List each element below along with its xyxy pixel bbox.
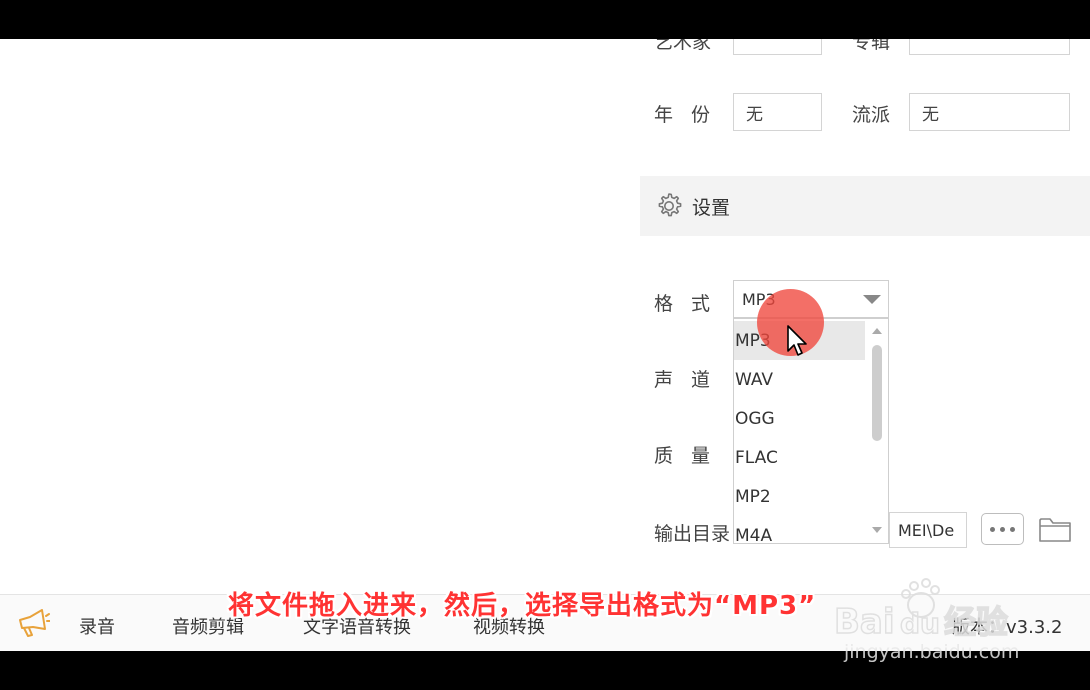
svg-text:经验: 经验 bbox=[944, 603, 1008, 641]
album-label: 专辑 bbox=[852, 39, 891, 53]
scrollbar-thumb[interactable] bbox=[872, 345, 882, 441]
album-field[interactable]: Ginadoll bbox=[909, 39, 1070, 55]
format-option-wav[interactable]: WAV bbox=[734, 360, 865, 399]
genre-field[interactable]: 无 bbox=[909, 93, 1070, 131]
artist-label: 艺术家 bbox=[654, 39, 712, 53]
output-dir-label: 输出目录 bbox=[654, 523, 731, 545]
format-option-mp2[interactable]: MP2 bbox=[734, 477, 865, 516]
video-letterbox-top bbox=[0, 0, 1090, 39]
quality-label: 质 量 bbox=[654, 445, 717, 467]
megaphone-icon[interactable] bbox=[16, 607, 50, 639]
video-subtitle: 将文件拖入进来，然后，选择导出格式为“MP3” bbox=[228, 591, 817, 621]
svg-text:du: du bbox=[900, 607, 940, 640]
dropdown-scrollbar[interactable] bbox=[866, 319, 888, 543]
dot-icon bbox=[990, 526, 995, 532]
app-window: 艺术家 AGA 专辑 Ginadoll 年 份 无 流派 无 设置 格 式 MP… bbox=[0, 39, 1090, 651]
open-folder-button[interactable] bbox=[1037, 513, 1073, 545]
dot-icon bbox=[1010, 526, 1015, 532]
nav-record[interactable]: 录音 bbox=[79, 613, 115, 639]
folder-icon bbox=[1039, 518, 1071, 542]
output-dir-field[interactable]: MEI\De bbox=[889, 512, 967, 548]
baidu-jingyan-watermark: Bai du 经验 jingyan.baidu.com bbox=[834, 575, 1040, 663]
watermark-url: jingyan.baidu.com bbox=[844, 641, 1020, 663]
format-dropdown-list: MP3 WAV OGG FLAC MP2 M4A bbox=[733, 318, 889, 544]
format-option-m4a[interactable]: M4A bbox=[734, 516, 865, 544]
format-option-ogg[interactable]: OGG bbox=[734, 399, 865, 438]
settings-section-header: 设置 bbox=[640, 176, 1090, 236]
scroll-up-arrow-icon[interactable] bbox=[872, 328, 882, 334]
channel-label: 声 道 bbox=[654, 369, 717, 391]
genre-label: 流派 bbox=[852, 104, 891, 126]
right-settings-panel: 艺术家 AGA 专辑 Ginadoll 年 份 无 流派 无 设置 格 式 MP… bbox=[640, 39, 1090, 594]
mouse-pointer-icon bbox=[787, 325, 807, 356]
year-field[interactable]: 无 bbox=[733, 93, 822, 131]
svg-text:Bai: Bai bbox=[834, 602, 895, 641]
year-label: 年 份 bbox=[654, 104, 717, 126]
dot-icon bbox=[1000, 526, 1005, 532]
browse-more-button[interactable] bbox=[981, 513, 1024, 545]
baidu-logo-icon: Bai du 经验 bbox=[834, 578, 1009, 641]
format-select-toggle[interactable] bbox=[855, 281, 888, 317]
chevron-down-icon bbox=[862, 294, 881, 304]
gear-icon bbox=[658, 193, 682, 217]
format-option-flac[interactable]: FLAC bbox=[734, 438, 865, 477]
format-label: 格 式 bbox=[654, 293, 717, 315]
scroll-down-arrow-icon[interactable] bbox=[872, 527, 882, 533]
settings-title: 设置 bbox=[692, 196, 731, 219]
artist-field[interactable]: AGA bbox=[733, 39, 822, 55]
